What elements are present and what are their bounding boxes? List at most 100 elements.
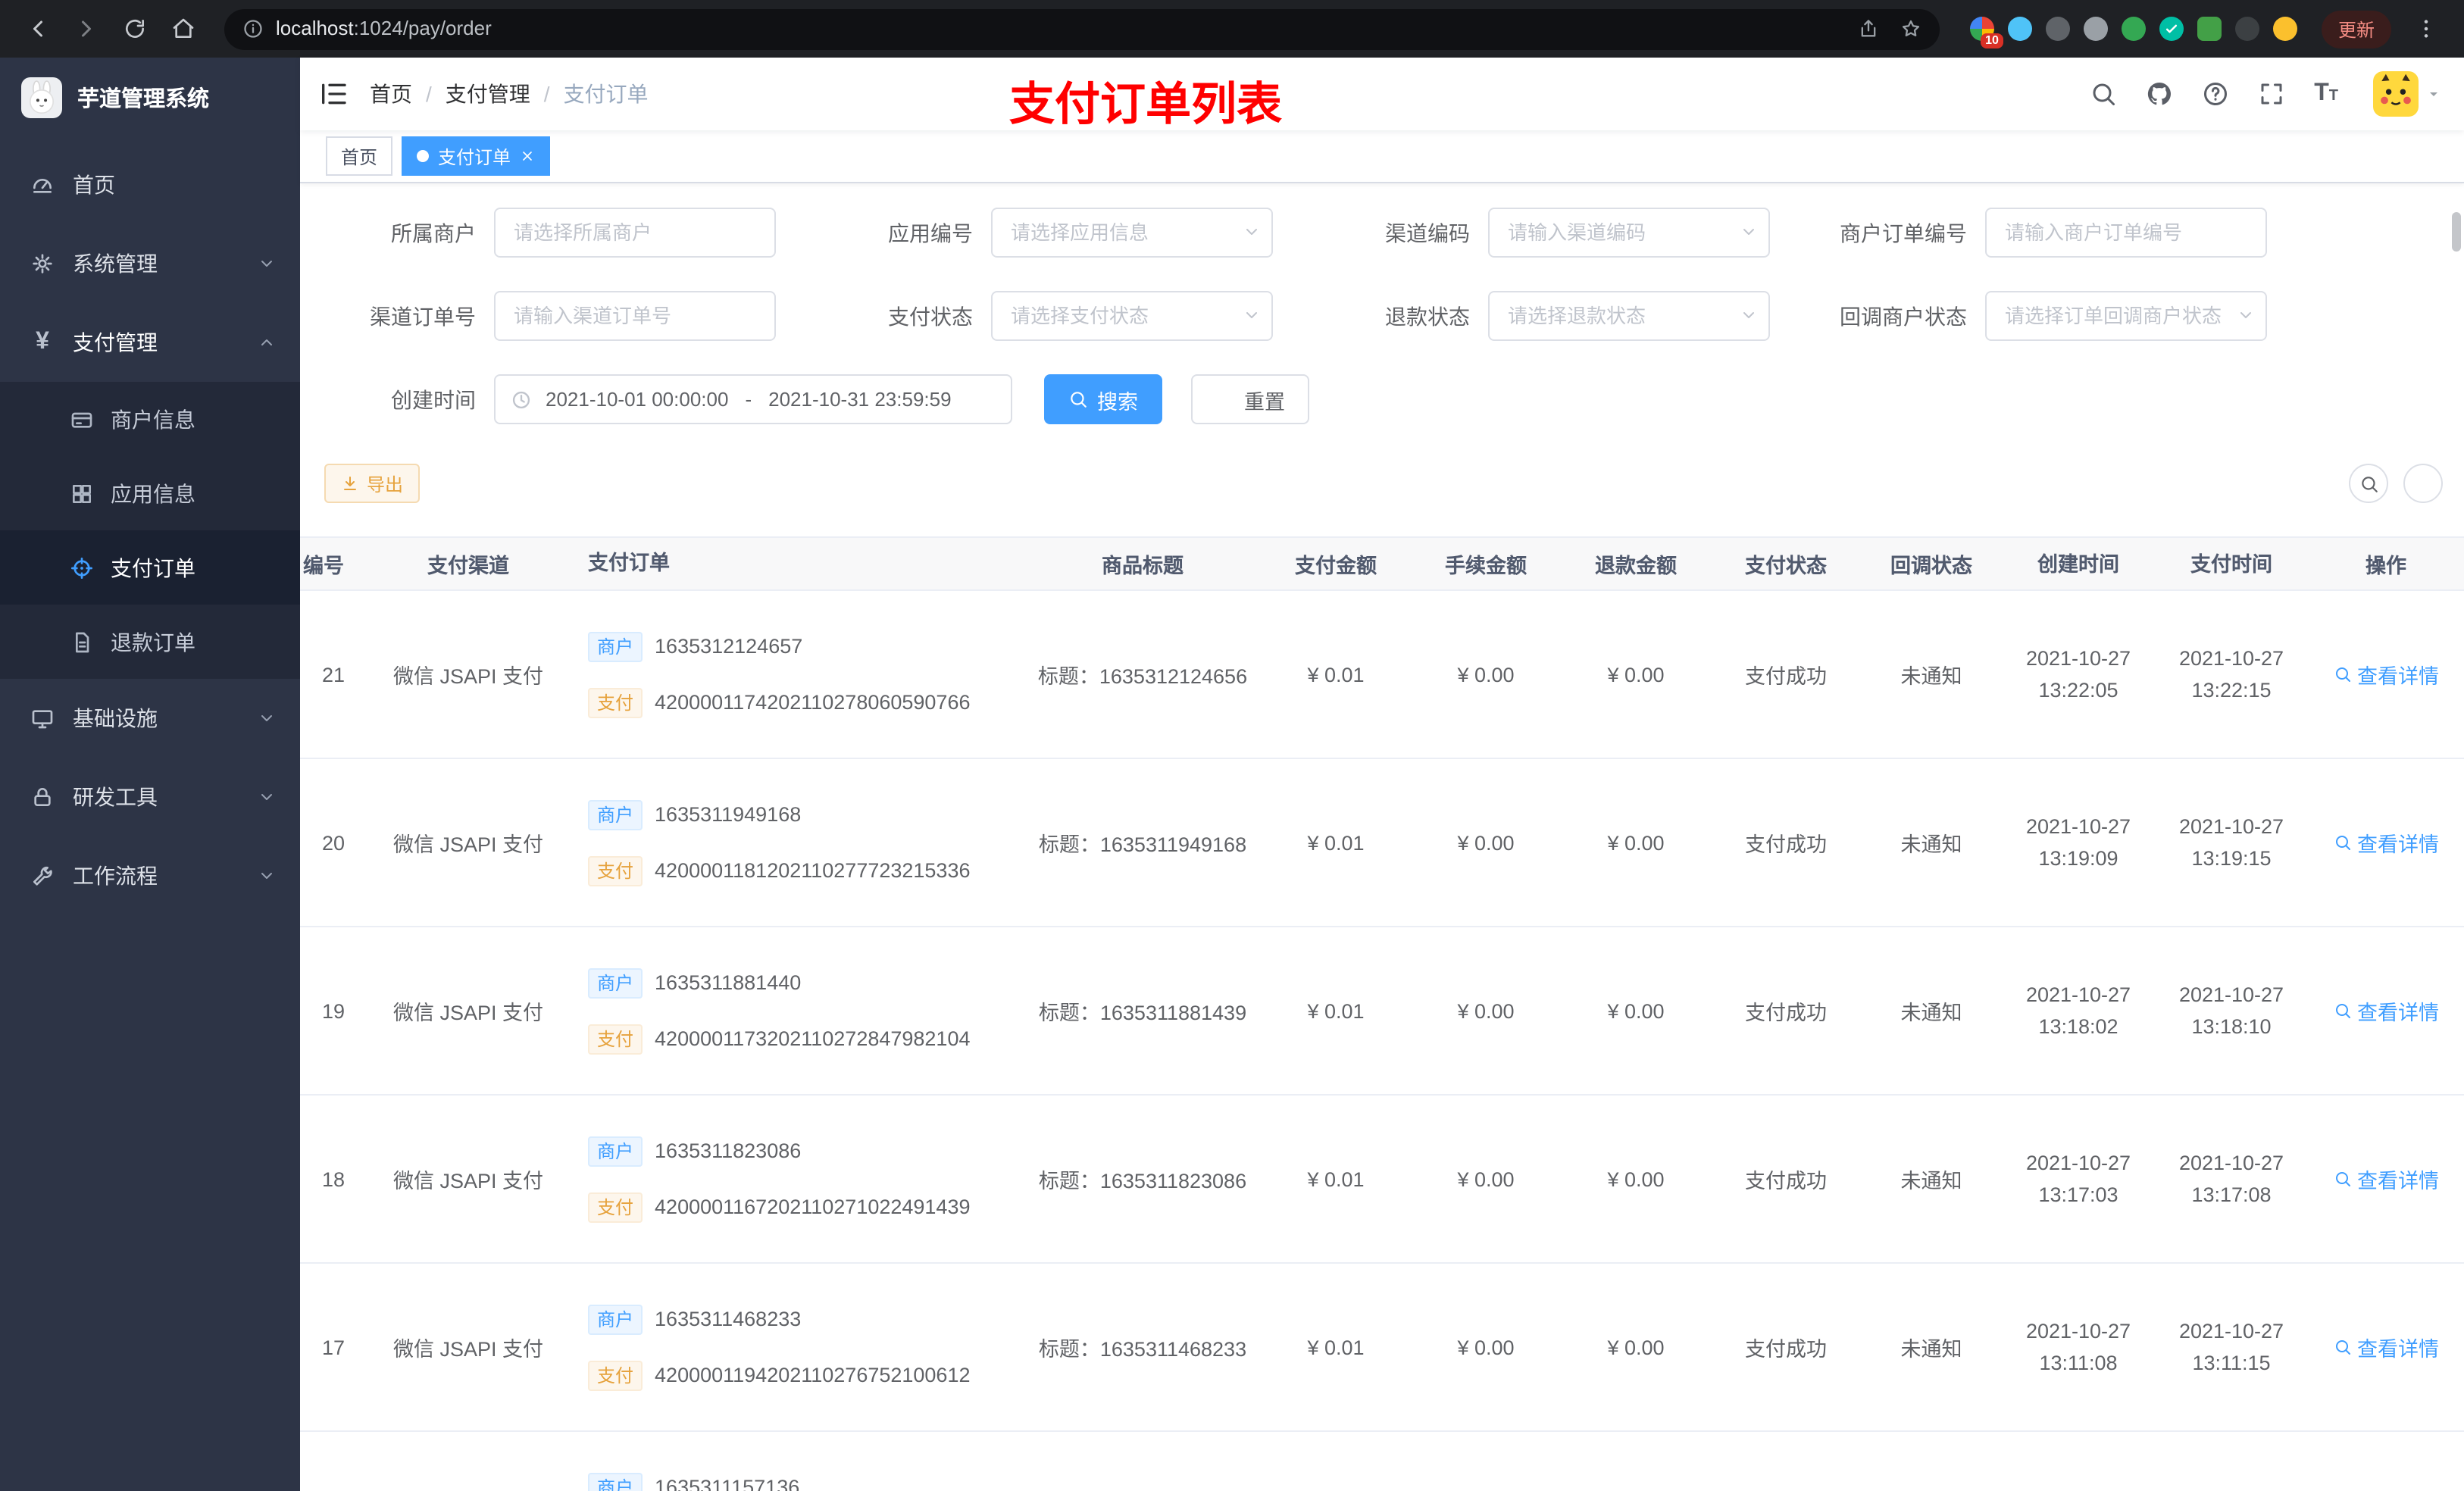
sidebar-item-workflow[interactable]: 工作流程 <box>0 836 300 915</box>
monitor-icon <box>30 706 55 730</box>
col-pay-status: 支付状态 <box>1745 555 1827 577</box>
view-detail-link[interactable]: 查看详情 <box>2333 1164 2439 1194</box>
chevron-up-icon <box>258 333 276 352</box>
breadcrumb-home[interactable]: 首页 <box>370 79 446 109</box>
cell-id: 17 <box>321 1336 346 1358</box>
search-button-label: 搜索 <box>1097 390 1138 413</box>
extension-icon-multicolor[interactable]: 10 <box>1969 17 2003 48</box>
clock-icon <box>511 389 532 410</box>
payment-submenu: 商户信息 应用信息 支付订单 退款订单 <box>0 382 300 679</box>
caret-down-icon <box>2425 85 2443 103</box>
screen: localhost:1024/pay/order 10 更新 芋道管理系统 首页… <box>0 0 2464 1491</box>
channel-code-select[interactable] <box>1488 208 1770 258</box>
merchant-order-no-input[interactable] <box>1985 208 2267 258</box>
tab-home[interactable]: 首页 <box>326 136 393 176</box>
chevron-down-icon <box>258 255 276 273</box>
cell-notify-status: 未通知 <box>1900 665 1962 688</box>
extension-icon-check[interactable] <box>2159 17 2184 41</box>
extension-icon-emoji[interactable] <box>2272 17 2297 41</box>
help-icon[interactable] <box>2202 80 2229 108</box>
cell-notify-status: 未通知 <box>1900 1002 1962 1024</box>
extension-icon-lightgrey[interactable] <box>2083 17 2108 41</box>
table-header: 编号 支付渠道 支付订单 商品标题 支付金额 手续金额 退款金额 支付状态 回调… <box>300 536 2464 591</box>
extension-icon-blue[interactable] <box>2007 17 2032 41</box>
browser-back-button[interactable] <box>18 9 58 48</box>
download-icon <box>341 474 359 492</box>
cell-actions: 查看详情 <box>2308 659 2464 689</box>
cell-pay-amount: ¥ 0.01 <box>1307 999 1365 1022</box>
cell-notify-status: 未通知 <box>1900 1338 1962 1361</box>
merchant-order-no: 1635311157136 <box>655 1476 800 1491</box>
close-icon[interactable] <box>520 148 535 164</box>
share-icon[interactable] <box>1858 18 1879 39</box>
notify-status-select[interactable] <box>1985 291 2267 341</box>
user-menu[interactable] <box>2373 71 2443 117</box>
search-icon[interactable] <box>2090 80 2117 108</box>
breadcrumb-current: 支付订单 <box>563 82 649 106</box>
browser-forward-button[interactable] <box>67 9 106 48</box>
browser-home-button[interactable] <box>164 9 203 48</box>
view-detail-link[interactable]: 查看详情 <box>2333 659 2439 689</box>
sidebar-item-payment[interactable]: ¥ 支付管理 <box>0 303 300 382</box>
fullscreen-icon[interactable] <box>2258 80 2285 108</box>
toggle-search-button[interactable] <box>2349 464 2388 503</box>
font-size-icon[interactable]: TT <box>2314 81 2338 106</box>
breadcrumb: 首页 支付管理 支付订单 <box>370 79 649 109</box>
app-logo-row[interactable]: 芋道管理系统 <box>0 58 300 136</box>
url-bar[interactable]: localhost:1024/pay/order <box>224 8 1940 49</box>
export-button[interactable]: 导出 <box>324 464 421 503</box>
extension-icon-green-square[interactable] <box>2197 17 2222 41</box>
browser-menu-icon[interactable] <box>2406 9 2446 48</box>
cell-title: 标题：1635311949168 <box>1038 833 1247 856</box>
scrollbar-thumb[interactable] <box>2452 212 2461 252</box>
cell-refund-amount: ¥ 0.00 <box>1607 1167 1665 1190</box>
sidebar-item-merchant-info[interactable]: 商户信息 <box>0 382 300 456</box>
tab-pay-order[interactable]: 支付订单 <box>402 136 551 176</box>
date-end: 2021-10-31 23:59:59 <box>768 388 952 411</box>
sidebar-item-label: 首页 <box>73 173 115 197</box>
sidebar-item-infra[interactable]: 基础设施 <box>0 679 300 758</box>
browser-reload-button[interactable] <box>115 9 155 48</box>
view-detail-link[interactable]: 查看详情 <box>2333 996 2439 1026</box>
sidebar-item-refund-order[interactable]: 退款订单 <box>0 605 300 679</box>
breadcrumb-payment[interactable]: 支付管理 <box>446 79 564 109</box>
channel-order-no-input[interactable] <box>494 291 776 341</box>
browser-update-button[interactable]: 更新 <box>2321 10 2391 48</box>
sidebar-item-system[interactable]: 系统管理 <box>0 224 300 303</box>
search-icon <box>1068 389 1088 409</box>
sidebar-item-app-info[interactable]: 应用信息 <box>0 456 300 530</box>
table-row: 21 微信 JSAPI 支付 商户 1635312124657 支付 42000… <box>300 591 2464 759</box>
topbar-actions: TT <box>2090 71 2443 117</box>
refresh-table-button[interactable] <box>2403 464 2443 503</box>
aim-icon <box>70 555 94 580</box>
extension-icon-grey[interactable] <box>2045 17 2070 41</box>
tags-view-bar: 首页 支付订单 <box>300 130 2464 252</box>
sidebar-item-dev-tools[interactable]: 研发工具 <box>0 758 300 836</box>
sidebar: 芋道管理系统 首页 系统管理 ¥ 支付管理 商户信息 应用信息 支付订单 退款订… <box>0 58 300 1491</box>
cell-create-time: 2021-10-27 13:17:03 <box>2025 1152 2131 1206</box>
sidebar-item-label: 研发工具 <box>73 785 158 809</box>
bookmark-star-icon[interactable] <box>1900 18 1921 39</box>
pay-status-select[interactable] <box>991 291 1273 341</box>
sidebar-item-home[interactable]: 首页 <box>0 145 300 224</box>
extension-icon-green[interactable] <box>2121 17 2146 41</box>
view-detail-link[interactable]: 查看详情 <box>2333 1332 2439 1362</box>
reset-button[interactable]: 重置 <box>1191 374 1309 424</box>
col-channel: 支付渠道 <box>427 555 509 577</box>
sidebar-toggle-icon[interactable] <box>318 79 349 109</box>
col-create-time: 创建时间 <box>2037 552 2119 575</box>
search-button[interactable]: 搜索 <box>1044 374 1162 424</box>
col-id: 编号 <box>303 555 344 577</box>
date-range-picker[interactable]: 2021-10-01 00:00:00 - 2021-10-31 23:59:5… <box>494 374 1012 424</box>
github-icon[interactable] <box>2146 80 2173 108</box>
site-info-icon[interactable] <box>242 18 264 39</box>
merchant-input[interactable] <box>494 208 776 258</box>
url-text: localhost:1024/pay/order <box>276 17 492 39</box>
chevron-down-icon <box>2237 306 2255 324</box>
app-id-select[interactable] <box>991 208 1273 258</box>
view-detail-link[interactable]: 查看详情 <box>2333 827 2439 858</box>
sidebar-item-pay-order[interactable]: 支付订单 <box>0 530 300 605</box>
active-tab-dot <box>417 150 430 162</box>
refund-status-select[interactable] <box>1488 291 1770 341</box>
extension-icon-pin[interactable] <box>2234 17 2259 41</box>
